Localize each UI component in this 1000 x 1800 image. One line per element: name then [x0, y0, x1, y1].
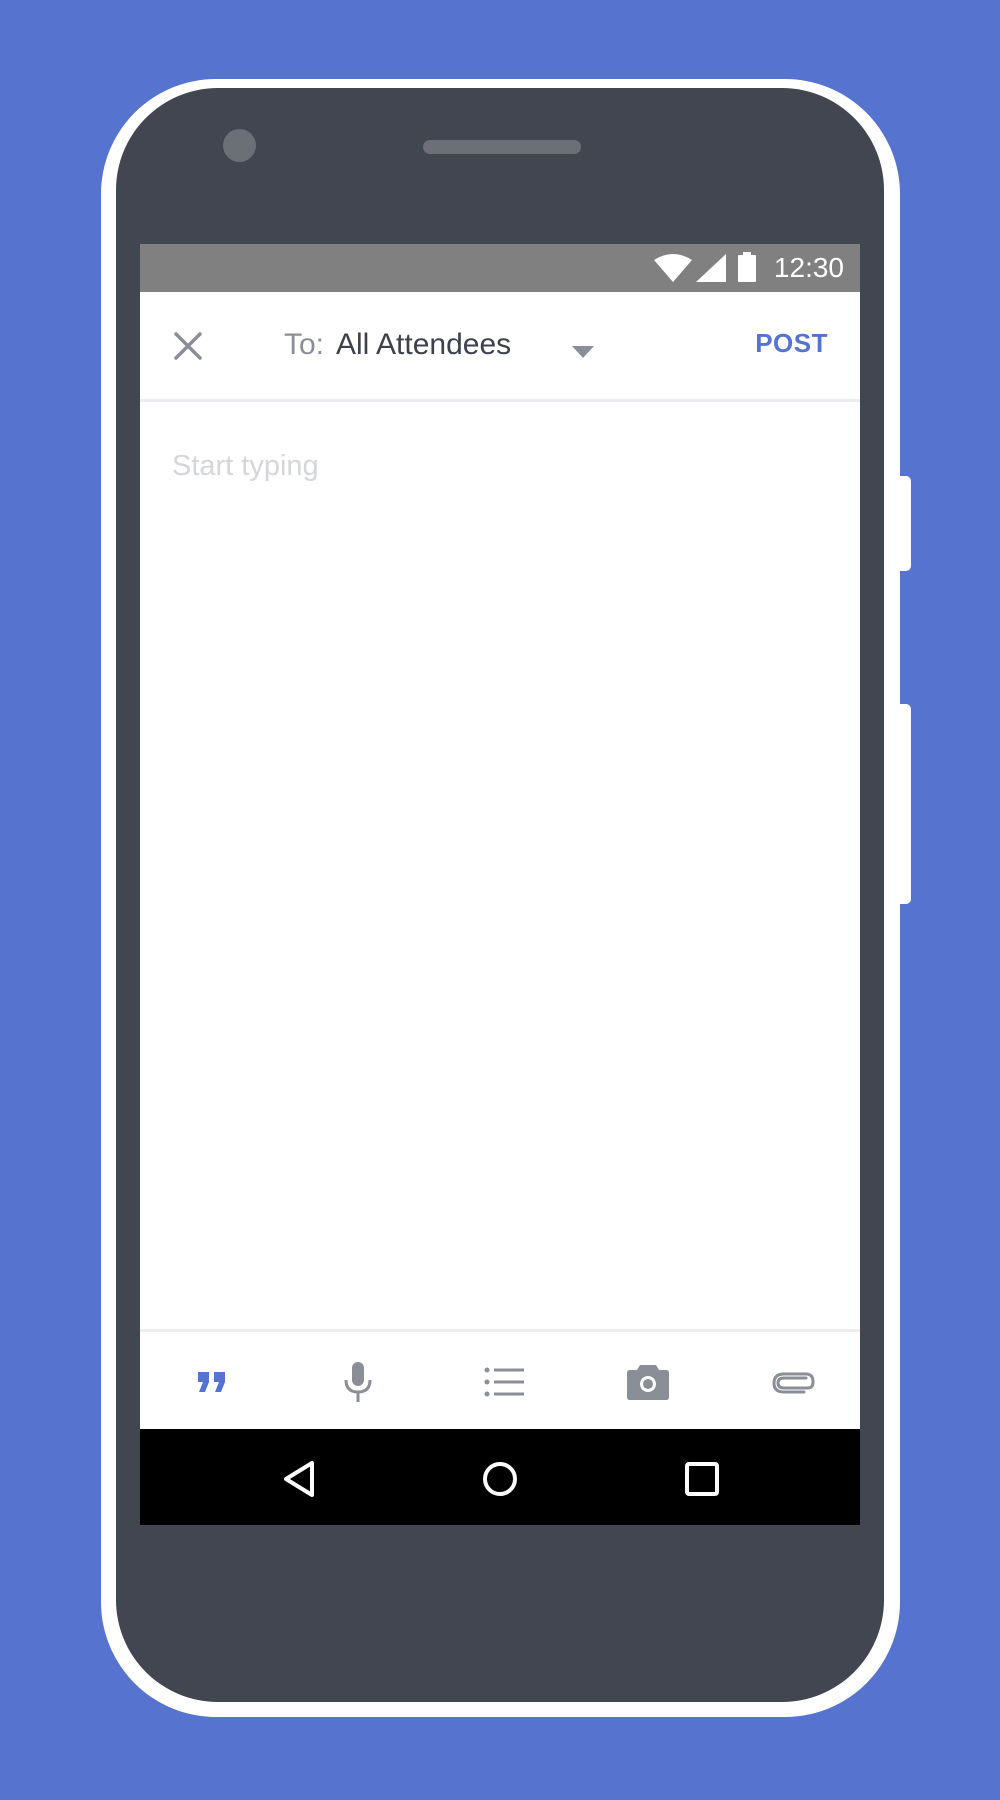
microphone-icon: [344, 1362, 372, 1402]
phone-side-button-top: [900, 476, 911, 571]
compose-header: To: All Attendees POST: [140, 292, 860, 402]
quote-icon: [198, 1372, 225, 1392]
screen: 12:30 To: All Attendees POST Start typin…: [140, 244, 860, 1525]
recents-icon[interactable]: [682, 1459, 722, 1499]
to-label: To:: [284, 328, 325, 361]
home-icon[interactable]: [480, 1459, 520, 1499]
compose-toolbar: [140, 1329, 860, 1429]
battery-icon: [738, 252, 756, 282]
camera-button[interactable]: [624, 1358, 672, 1406]
list-icon: [484, 1367, 524, 1397]
recipient-select[interactable]: All Attendees: [336, 328, 511, 362]
signal-icon: [696, 254, 726, 282]
chevron-down-icon[interactable]: [572, 346, 594, 358]
close-icon[interactable]: [170, 328, 206, 364]
front-camera: [223, 129, 256, 162]
post-button[interactable]: POST: [755, 328, 828, 359]
list-button[interactable]: [480, 1358, 528, 1406]
status-time: 12:30: [773, 252, 844, 283]
status-bar: 12:30: [140, 244, 860, 292]
quote-button[interactable]: [188, 1358, 236, 1406]
back-icon[interactable]: [282, 1459, 322, 1499]
android-nav-bar: [140, 1429, 860, 1525]
wifi-icon: [654, 254, 692, 282]
phone-side-button-bottom: [900, 704, 911, 904]
attachment-icon: [772, 1372, 815, 1394]
attachment-button[interactable]: [770, 1358, 818, 1406]
camera-icon: [627, 1365, 669, 1400]
earpiece-speaker: [423, 140, 581, 154]
microphone-button[interactable]: [334, 1358, 382, 1406]
message-placeholder: Start typing: [172, 450, 319, 482]
